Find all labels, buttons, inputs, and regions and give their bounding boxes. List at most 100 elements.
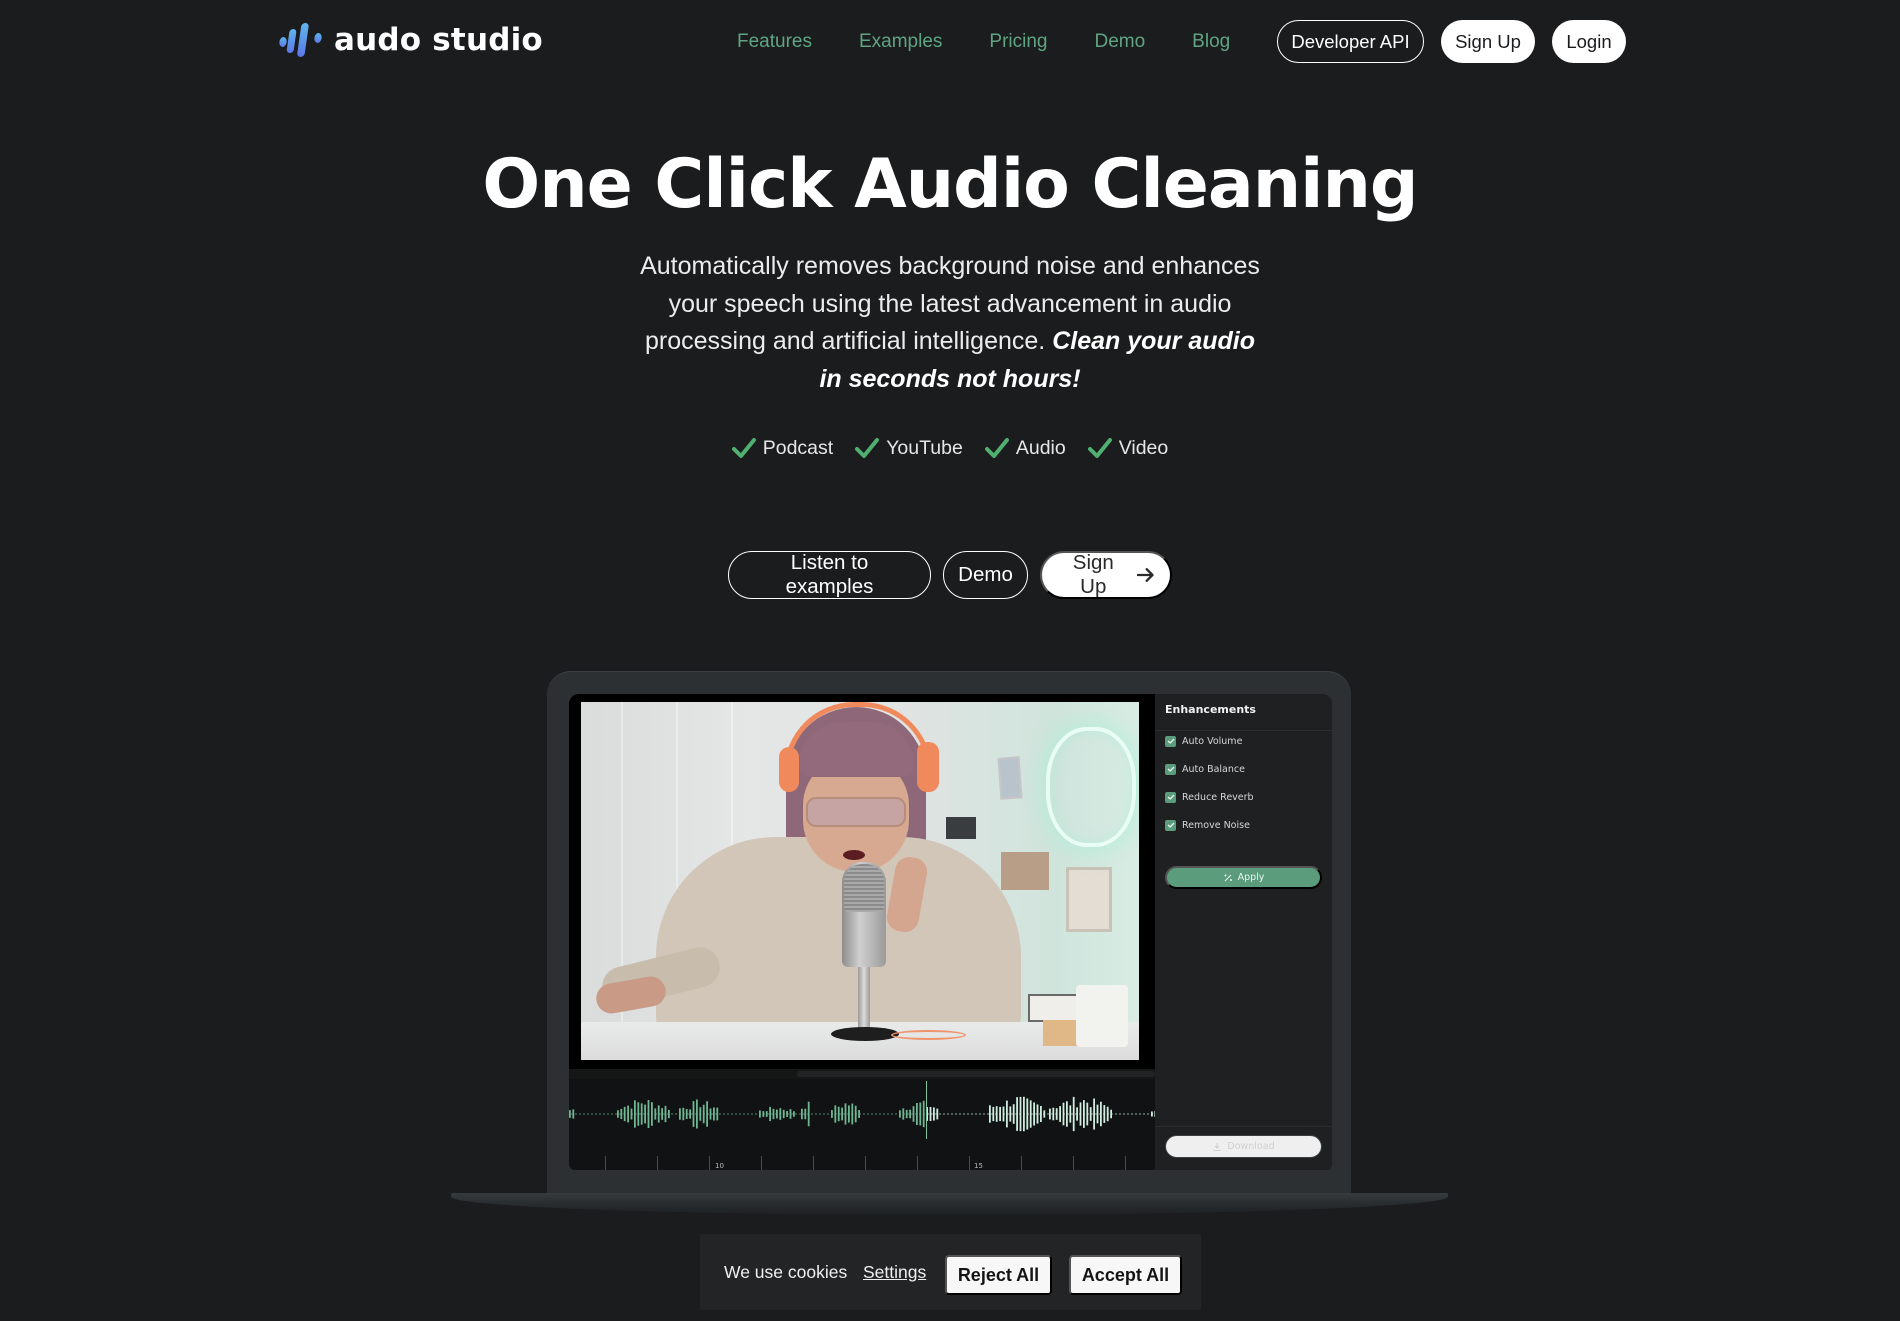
checkbox-checked[interactable]: [1165, 819, 1176, 831]
waveform-bar: [668, 1109, 670, 1119]
listen-to-examples-button[interactable]: Listen to examples: [728, 551, 931, 599]
waveform-bar: [1043, 1110, 1046, 1118]
waveform-baseline-dot: [939, 1113, 941, 1115]
waveform-bar: [807, 1101, 810, 1127]
app-preview-screen: 10 15 Enhancements Auto Volume Auto Bala…: [569, 694, 1332, 1170]
waveform-baseline-dot: [599, 1113, 601, 1115]
brand-logo-link[interactable]: audo studio: [278, 20, 543, 60]
video-player[interactable]: [569, 694, 1155, 1069]
login-button[interactable]: Login: [1552, 20, 1626, 63]
timeline-tick: [865, 1156, 866, 1170]
waveform-bar: [1151, 1111, 1153, 1117]
waveform-baseline-dot: [575, 1113, 577, 1115]
download-icon: [1213, 1142, 1221, 1151]
waveform-bar: [1009, 1106, 1012, 1122]
waveform-bar: [685, 1109, 688, 1119]
waveform-bar: [713, 1107, 715, 1121]
waveform-bar: [569, 1110, 571, 1118]
waveform-baseline-dot: [979, 1113, 981, 1115]
divider: [1155, 1126, 1332, 1127]
waveform-baseline-dot: [811, 1113, 813, 1115]
waveform-bar: [1100, 1101, 1102, 1127]
waveform-bar: [916, 1103, 918, 1125]
waveform-bar: [1089, 1107, 1092, 1121]
enhancement-reduce-reverb[interactable]: Reduce Reverb: [1165, 790, 1254, 804]
reject-all-cookies-button[interactable]: Reject All: [945, 1255, 1052, 1295]
checkbox-checked[interactable]: [1165, 763, 1176, 775]
waveform-baseline-dot: [951, 1113, 953, 1115]
waveform-baseline-dot: [871, 1113, 873, 1115]
waveform-baseline-dot: [815, 1113, 817, 1115]
waveform-bar: [654, 1108, 657, 1120]
check-icon: [731, 438, 756, 458]
timeline-tick: [1073, 1156, 1074, 1170]
nav-link-examples[interactable]: Examples: [859, 26, 942, 58]
waveform-bar: [1006, 1100, 1008, 1128]
waveform-bar: [661, 1108, 663, 1120]
main-nav-links: Features Examples Pricing Demo Blog: [737, 26, 1230, 58]
enhancement-remove-noise[interactable]: Remove Noise: [1165, 818, 1250, 832]
nav-sign-up-button[interactable]: Sign Up: [1441, 20, 1535, 63]
waveform-bar: [858, 1110, 860, 1118]
nav-link-blog[interactable]: Blog: [1192, 26, 1230, 58]
podcast-video-thumbnail: [581, 702, 1139, 1060]
waveform-baseline-dot: [819, 1113, 821, 1115]
sound-bars-logo-icon: [279, 23, 322, 57]
check-icon: [1167, 766, 1174, 772]
enhancements-title: Enhancements: [1165, 703, 1256, 716]
waveform-bar: [627, 1105, 629, 1123]
waveform-baseline-dot: [795, 1113, 797, 1115]
cookie-settings-link[interactable]: Settings: [863, 1262, 926, 1283]
waveform-bar: [1093, 1098, 1095, 1130]
enhancement-auto-balance[interactable]: Auto Balance: [1165, 762, 1245, 776]
enhancement-auto-volume[interactable]: Auto Volume: [1165, 734, 1242, 748]
waveform-baseline-dot: [675, 1113, 677, 1115]
use-case-label: Audio: [1015, 436, 1066, 459]
waveform-bar: [664, 1105, 667, 1123]
timeline-tick: [917, 1156, 918, 1170]
checkbox-checked[interactable]: [1165, 735, 1176, 747]
nav-link-pricing[interactable]: Pricing: [989, 26, 1047, 58]
timeline-scrollbar-thumb[interactable]: [797, 1071, 1155, 1077]
magic-wand-icon: [1224, 874, 1232, 881]
waveform-baseline-dot: [607, 1113, 609, 1115]
developer-api-button[interactable]: Developer API: [1277, 20, 1424, 63]
waveform-baseline-dot: [739, 1113, 741, 1115]
use-case-label: Podcast: [762, 436, 834, 459]
waveform-baseline-dot: [799, 1113, 801, 1115]
hero-cta-row: Listen to examples Demo Sign Up: [0, 551, 1900, 599]
timeline-tick: [709, 1156, 710, 1170]
waveform-bar: [620, 1108, 623, 1120]
waveform-bar: [1110, 1109, 1112, 1119]
waveform-bar: [1055, 1108, 1058, 1120]
waveform-bar: [657, 1105, 660, 1123]
waveform-baseline-dot: [967, 1113, 969, 1115]
waveform-bar: [902, 1108, 905, 1120]
use-case-list: Podcast YouTube Audio Video: [0, 432, 1900, 464]
accept-all-cookies-button[interactable]: Accept All: [1069, 1255, 1182, 1295]
download-button[interactable]: Download: [1165, 1135, 1322, 1158]
top-navigation: audo studio Features Examples Pricing De…: [0, 0, 1900, 84]
demo-button[interactable]: Demo: [943, 551, 1028, 599]
waveform-bar: [647, 1099, 650, 1129]
nav-link-features[interactable]: Features: [737, 26, 812, 58]
checkbox-checked[interactable]: [1165, 791, 1176, 803]
waveform-baseline-dot: [583, 1113, 585, 1115]
waveform-bar: [992, 1106, 995, 1122]
waveform-baseline-dot: [887, 1113, 889, 1115]
divider: [1155, 730, 1332, 731]
waveform-baseline-dot: [1119, 1113, 1121, 1115]
nav-link-demo[interactable]: Demo: [1094, 26, 1145, 58]
enhancement-label: Remove Noise: [1182, 819, 1250, 831]
waveform-bar: [999, 1106, 1001, 1122]
waveform-bar: [851, 1103, 854, 1125]
waveform-baseline-dot: [823, 1113, 825, 1115]
waveform-baseline-dot: [895, 1113, 897, 1115]
audio-waveform[interactable]: [569, 1079, 1155, 1139]
apply-button[interactable]: Apply: [1165, 866, 1322, 889]
hero-sign-up-button[interactable]: Sign Up: [1040, 551, 1172, 599]
timeline-scrollbar[interactable]: [569, 1069, 1155, 1079]
waveform-baseline-dot: [1135, 1113, 1137, 1115]
waveform-bar: [1029, 1100, 1032, 1128]
waveform-bar: [801, 1108, 803, 1120]
